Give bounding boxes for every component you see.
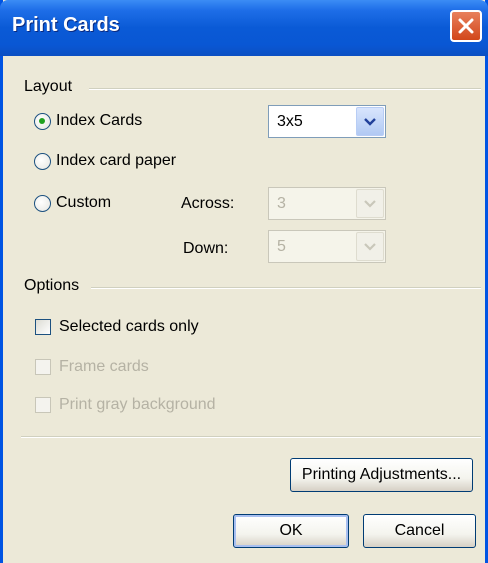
index-card-paper-radio[interactable]: [34, 153, 51, 170]
close-icon: [458, 18, 474, 34]
close-button[interactable]: [450, 10, 482, 42]
across-value: 3: [277, 195, 286, 212]
card-size-dropdown-button[interactable]: [356, 107, 384, 136]
ok-button[interactable]: OK: [233, 514, 349, 548]
print-gray-background-label: Print gray background: [59, 396, 216, 413]
across-dropdown-button[interactable]: [356, 189, 384, 218]
selected-cards-only-label[interactable]: Selected cards only: [59, 318, 199, 336]
print-cards-dialog: Print Cards Layout Index Cards 3x5 Index…: [0, 0, 488, 563]
selected-cards-only-checkbox[interactable]: [35, 319, 51, 335]
chevron-down-icon: [364, 199, 376, 208]
chevron-down-icon: [364, 242, 376, 251]
options-group-label: Options: [24, 277, 80, 294]
across-select[interactable]: 3: [268, 187, 386, 220]
buttons-divider: [21, 436, 481, 438]
index-cards-label[interactable]: Index Cards: [56, 112, 142, 130]
frame-cards-label: Frame cards: [59, 358, 149, 375]
frame-cards-checkbox[interactable]: [35, 359, 51, 375]
radio-selected-dot: [39, 118, 45, 124]
down-select[interactable]: 5: [268, 230, 386, 263]
layout-group-divider: [89, 88, 481, 90]
index-card-paper-label[interactable]: Index card paper: [56, 152, 176, 170]
across-label: Across:: [181, 195, 235, 212]
options-group-divider: [91, 287, 481, 289]
down-value: 5: [277, 238, 286, 255]
printing-adjustments-button[interactable]: Printing Adjustments...: [290, 458, 473, 492]
layout-group-label: Layout: [24, 78, 73, 95]
card-size-select[interactable]: 3x5: [268, 105, 386, 138]
title-bar[interactable]: Print Cards: [0, 0, 488, 56]
cancel-button[interactable]: Cancel: [363, 514, 476, 548]
custom-radio[interactable]: [34, 195, 51, 212]
card-size-value: 3x5: [277, 113, 303, 130]
index-cards-radio[interactable]: [34, 113, 51, 130]
down-label: Down:: [183, 240, 229, 257]
down-dropdown-button[interactable]: [356, 232, 384, 261]
print-gray-background-checkbox[interactable]: [35, 397, 51, 413]
dialog-title: Print Cards: [12, 14, 120, 36]
custom-label[interactable]: Custom: [56, 194, 111, 212]
chevron-down-icon: [364, 117, 376, 126]
